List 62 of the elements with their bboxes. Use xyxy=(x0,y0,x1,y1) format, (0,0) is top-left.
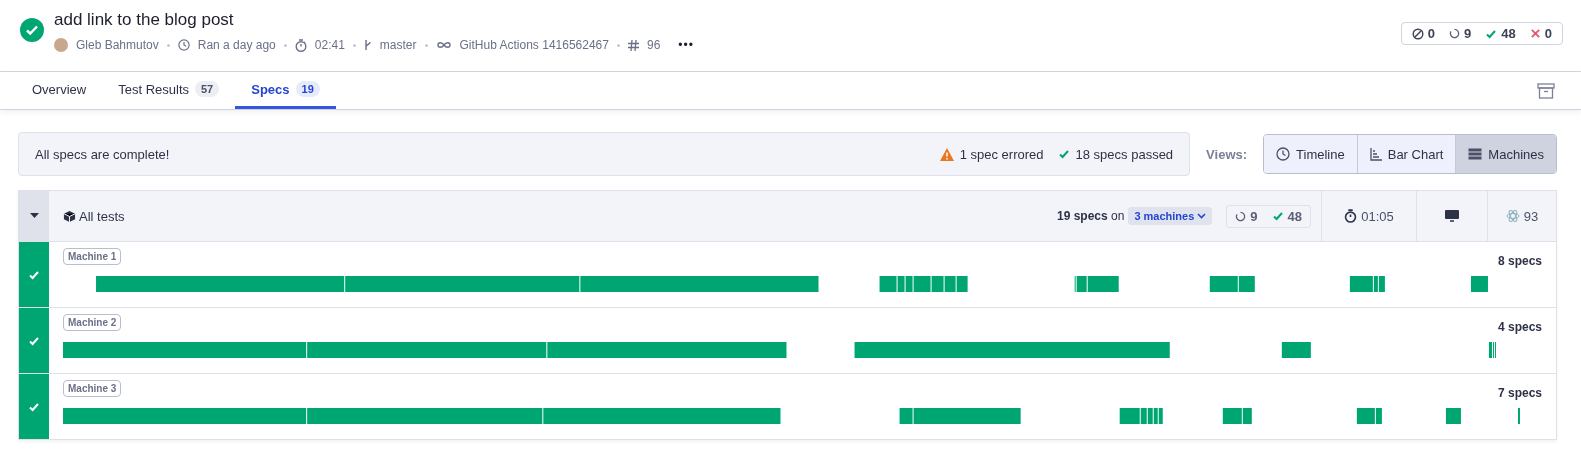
count-value: 0 xyxy=(1544,26,1552,41)
bar-chart-icon xyxy=(1369,147,1382,161)
count-value: 0 xyxy=(1427,26,1436,41)
on-label: on xyxy=(1111,209,1125,223)
clock-icon xyxy=(1276,147,1291,161)
infinity-icon xyxy=(435,40,452,50)
run-title: add link to the blog post xyxy=(54,10,235,30)
spec-count: 19 specs xyxy=(1056,209,1108,223)
machine-spec-count: 7 specs xyxy=(1497,386,1542,400)
monitor-icon xyxy=(1445,210,1459,222)
chevron-icon xyxy=(1197,213,1207,219)
branch-icon xyxy=(363,39,372,51)
archive-icon[interactable] xyxy=(1537,82,1555,99)
branch: master xyxy=(379,38,417,52)
more-button[interactable]: ••• xyxy=(678,38,694,52)
tab[interactable]: Test Results 57 xyxy=(102,72,236,109)
machines-dropdown[interactable]: 3 machines xyxy=(1128,207,1213,225)
count-value: 48 xyxy=(1501,26,1516,41)
author: Gleb Bahmutov xyxy=(76,38,159,52)
tab[interactable]: Overview xyxy=(16,72,103,109)
tab[interactable]: Specs 19 xyxy=(235,72,336,109)
view-button[interactable]: Machines xyxy=(1455,135,1556,173)
stopwatch-icon xyxy=(1344,209,1358,223)
run-time: Ran a day ago xyxy=(197,38,276,52)
errored-count: 1 spec errored xyxy=(959,146,1044,162)
skipped-icon xyxy=(1411,27,1424,40)
machine-label: Machine 2 xyxy=(63,314,122,331)
stopwatch-icon xyxy=(294,38,307,52)
group-duration: 01:05 xyxy=(1361,208,1394,224)
run-duration: 02:41 xyxy=(314,38,345,52)
count-value: 48 xyxy=(1287,208,1302,224)
group-title: All tests xyxy=(79,208,125,224)
count-badge: 19 xyxy=(295,81,320,97)
machine-label: Machine 3 xyxy=(63,380,122,397)
atom-icon xyxy=(1505,209,1520,223)
pending-icon xyxy=(1235,210,1247,222)
server-icon xyxy=(1468,148,1483,160)
passed-icon xyxy=(1057,148,1070,160)
machine-label: Machine 1 xyxy=(63,248,122,265)
views-label: Views: xyxy=(1206,146,1248,162)
caret-icon xyxy=(29,213,39,219)
score: 93 xyxy=(1523,208,1539,224)
count-value: 9 xyxy=(1464,26,1472,41)
collapse-toggle[interactable] xyxy=(19,191,49,241)
count-badge: 57 xyxy=(195,81,220,97)
avatar xyxy=(54,38,68,52)
ci-build: GitHub Actions 1416562467 xyxy=(459,38,609,52)
view-button[interactable]: Bar Chart xyxy=(1356,135,1456,173)
passed-icon xyxy=(1271,210,1284,222)
pending-icon xyxy=(1449,28,1461,39)
count-value: 9 xyxy=(1250,208,1258,224)
warning-icon xyxy=(939,147,954,161)
machine-spec-count: 4 specs xyxy=(1497,320,1542,334)
view-button[interactable]: Timeline xyxy=(1264,135,1357,173)
run-number: 96 xyxy=(646,38,661,52)
banner-message: All specs are complete! xyxy=(35,146,171,162)
failed-icon xyxy=(1529,28,1541,39)
passed-count: 18 specs passed xyxy=(1075,146,1174,162)
machine-spec-count: 8 specs xyxy=(1497,254,1542,268)
clock-icon xyxy=(177,39,190,51)
cube-icon xyxy=(63,209,76,223)
hash-icon xyxy=(627,39,639,51)
